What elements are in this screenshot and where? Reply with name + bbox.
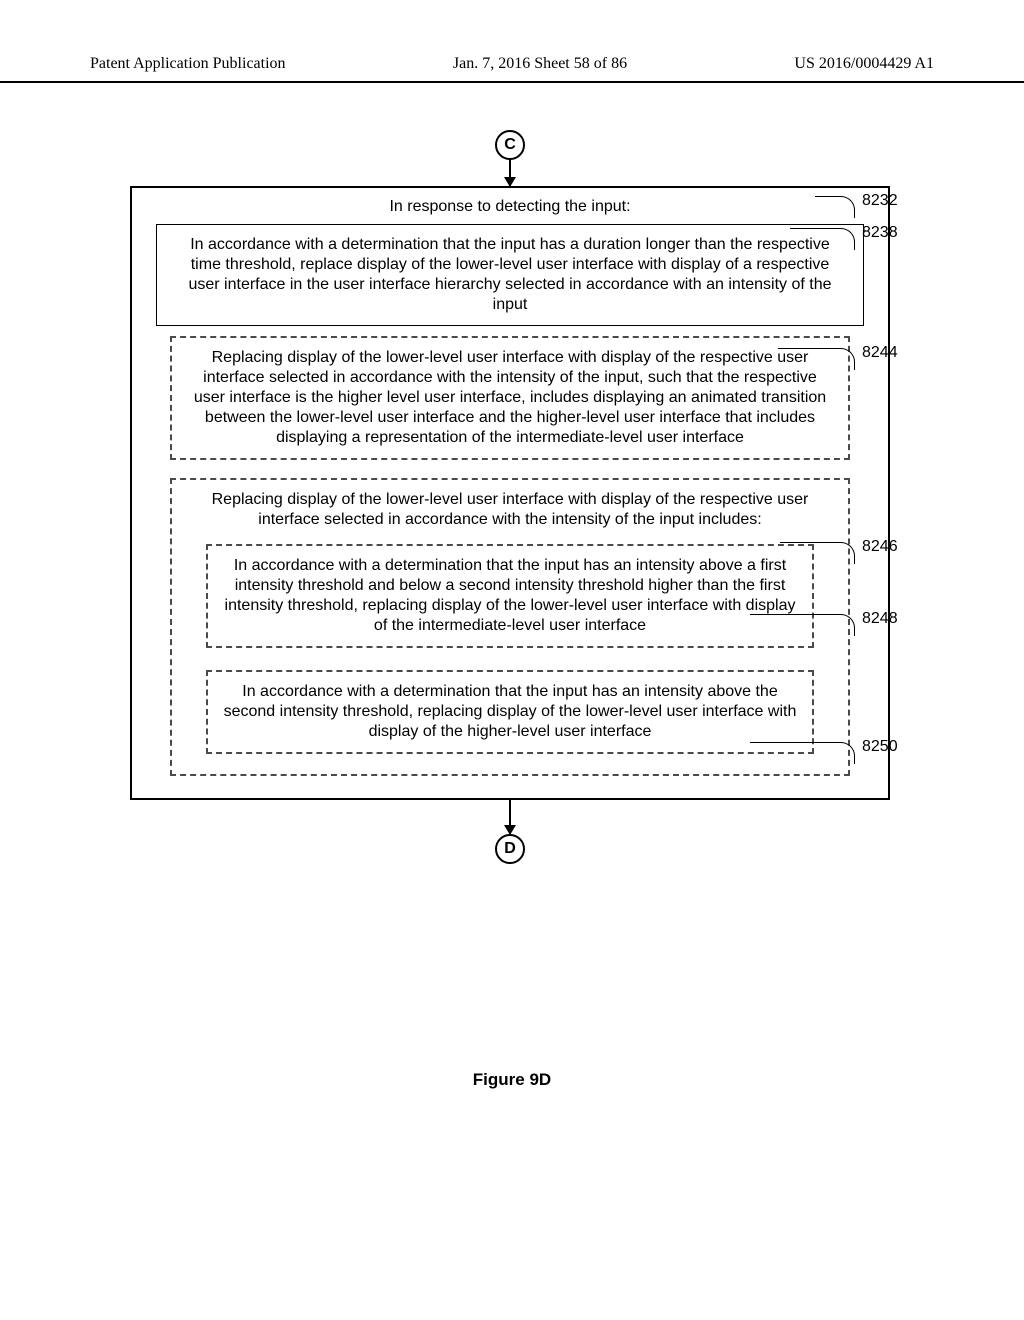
flowchart: C In response to detecting the input: In… — [130, 130, 890, 864]
page-header: Patent Application Publication Jan. 7, 2… — [0, 55, 1024, 83]
ref-8244: 8244 — [862, 344, 898, 362]
ref-8238: 8238 — [862, 224, 898, 242]
ref-8246: 8246 — [862, 538, 898, 556]
ref-8250: 8250 — [862, 738, 898, 756]
arrow-down-icon — [509, 160, 511, 186]
box-8250-text: In accordance with a determination that … — [224, 683, 797, 740]
leader-8248 — [750, 614, 855, 636]
arrow-down-icon — [509, 800, 511, 834]
leader-8246 — [780, 542, 855, 564]
leader-8238 — [790, 228, 855, 250]
leader-8232 — [815, 196, 855, 218]
box-8248-text: In accordance with a determination that … — [225, 557, 796, 634]
header-left: Patent Application Publication — [90, 55, 286, 73]
box-8232: In response to detecting the input: In a… — [130, 186, 890, 800]
header-center: Jan. 7, 2016 Sheet 58 of 86 — [453, 55, 627, 73]
connector-d: D — [495, 834, 525, 864]
ref-8232: 8232 — [862, 192, 898, 210]
box-8246: Replacing display of the lower-level use… — [170, 478, 850, 776]
box-8246-title: Replacing display of the lower-level use… — [186, 490, 834, 530]
box-8250: In accordance with a determination that … — [206, 670, 815, 754]
box-8232-title: In response to detecting the input: — [156, 198, 864, 216]
leader-8244 — [778, 348, 855, 370]
box-8248: In accordance with a determination that … — [206, 544, 815, 648]
box-8238-text: In accordance with a determination that … — [188, 236, 831, 313]
figure-label: Figure 9D — [0, 1070, 1024, 1090]
header-right: US 2016/0004429 A1 — [794, 55, 934, 73]
ref-8248: 8248 — [862, 610, 898, 628]
connector-c: C — [495, 130, 525, 160]
leader-8250 — [750, 742, 855, 764]
box-8244-text: Replacing display of the lower-level use… — [194, 349, 826, 446]
box-8238: In accordance with a determination that … — [156, 224, 864, 326]
box-8244: Replacing display of the lower-level use… — [170, 336, 850, 460]
